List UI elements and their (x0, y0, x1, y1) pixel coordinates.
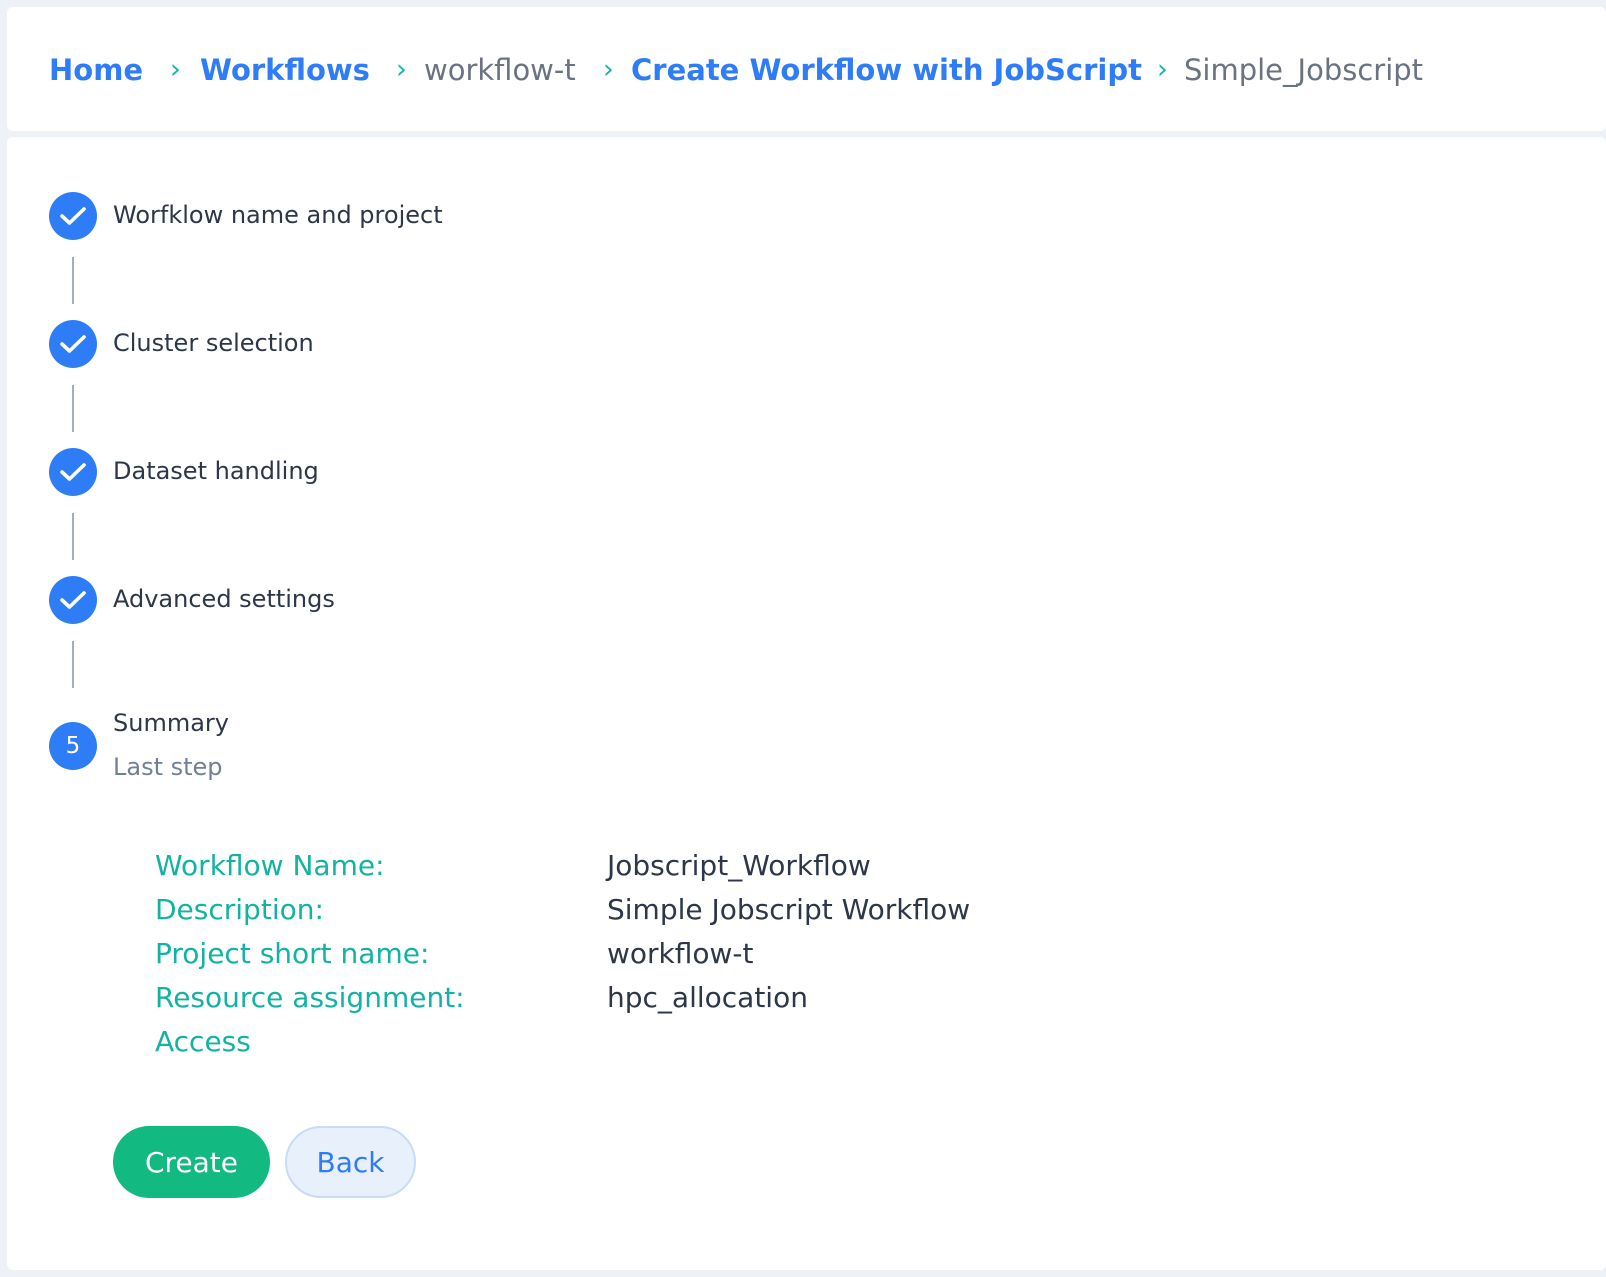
summary-value-resource-assignment: hpc_allocation (607, 981, 808, 1014)
step-connector (72, 641, 74, 688)
step-1-label[interactable]: Worfklow name and project (113, 200, 443, 230)
step-3-label[interactable]: Dataset handling (113, 456, 319, 486)
breadcrumb-separator-icon: › (170, 54, 181, 85)
back-button[interactable]: Back (285, 1126, 416, 1198)
summary-label-access: Access (155, 1025, 251, 1058)
summary-label-workflow-name: Workflow Name: (155, 849, 385, 882)
step-1-done-badge (49, 192, 97, 240)
summary-value-description: Simple Jobscript Workflow (607, 893, 971, 926)
check-icon (60, 335, 86, 353)
step-connector (72, 513, 74, 560)
breadcrumb-separator-icon: › (1157, 54, 1168, 85)
summary-value-workflow-name: Jobscript_Workflow (607, 849, 871, 882)
check-icon (60, 591, 86, 609)
step-3-done-badge (49, 448, 97, 496)
summary-value-project-short-name: workflow-t (607, 937, 754, 970)
step-connector (72, 257, 74, 304)
summary-label-project-short-name: Project short name: (155, 937, 430, 970)
summary-label-description: Description: (155, 893, 324, 926)
check-icon (60, 463, 86, 481)
step-5-sublabel: Last step (113, 753, 223, 781)
step-2-label[interactable]: Cluster selection (113, 328, 314, 358)
step-5-label: Summary (113, 709, 229, 737)
breadcrumb-current: Simple_Jobscript (1184, 53, 1424, 87)
step-4-done-badge (49, 576, 97, 624)
step-2-done-badge (49, 320, 97, 368)
wizard-panel (7, 137, 1606, 1270)
summary-label-resource-assignment: Resource assignment: (155, 981, 465, 1014)
breadcrumb-separator-icon: › (396, 54, 407, 85)
step-5-number: 5 (65, 733, 81, 759)
create-button[interactable]: Create (113, 1126, 270, 1198)
step-4-label[interactable]: Advanced settings (113, 584, 335, 614)
check-icon (60, 207, 86, 225)
breadcrumb-separator-icon: › (603, 54, 614, 85)
breadcrumb-create-workflow-link[interactable]: Create Workflow with JobScript (631, 48, 1142, 92)
breadcrumb-workflows-link[interactable]: Workflows (200, 48, 370, 92)
step-connector (72, 385, 74, 432)
breadcrumb-home-link[interactable]: Home (49, 48, 143, 92)
step-5-number-badge: 5 (49, 722, 97, 770)
breadcrumb-project: workflow-t (424, 53, 576, 87)
